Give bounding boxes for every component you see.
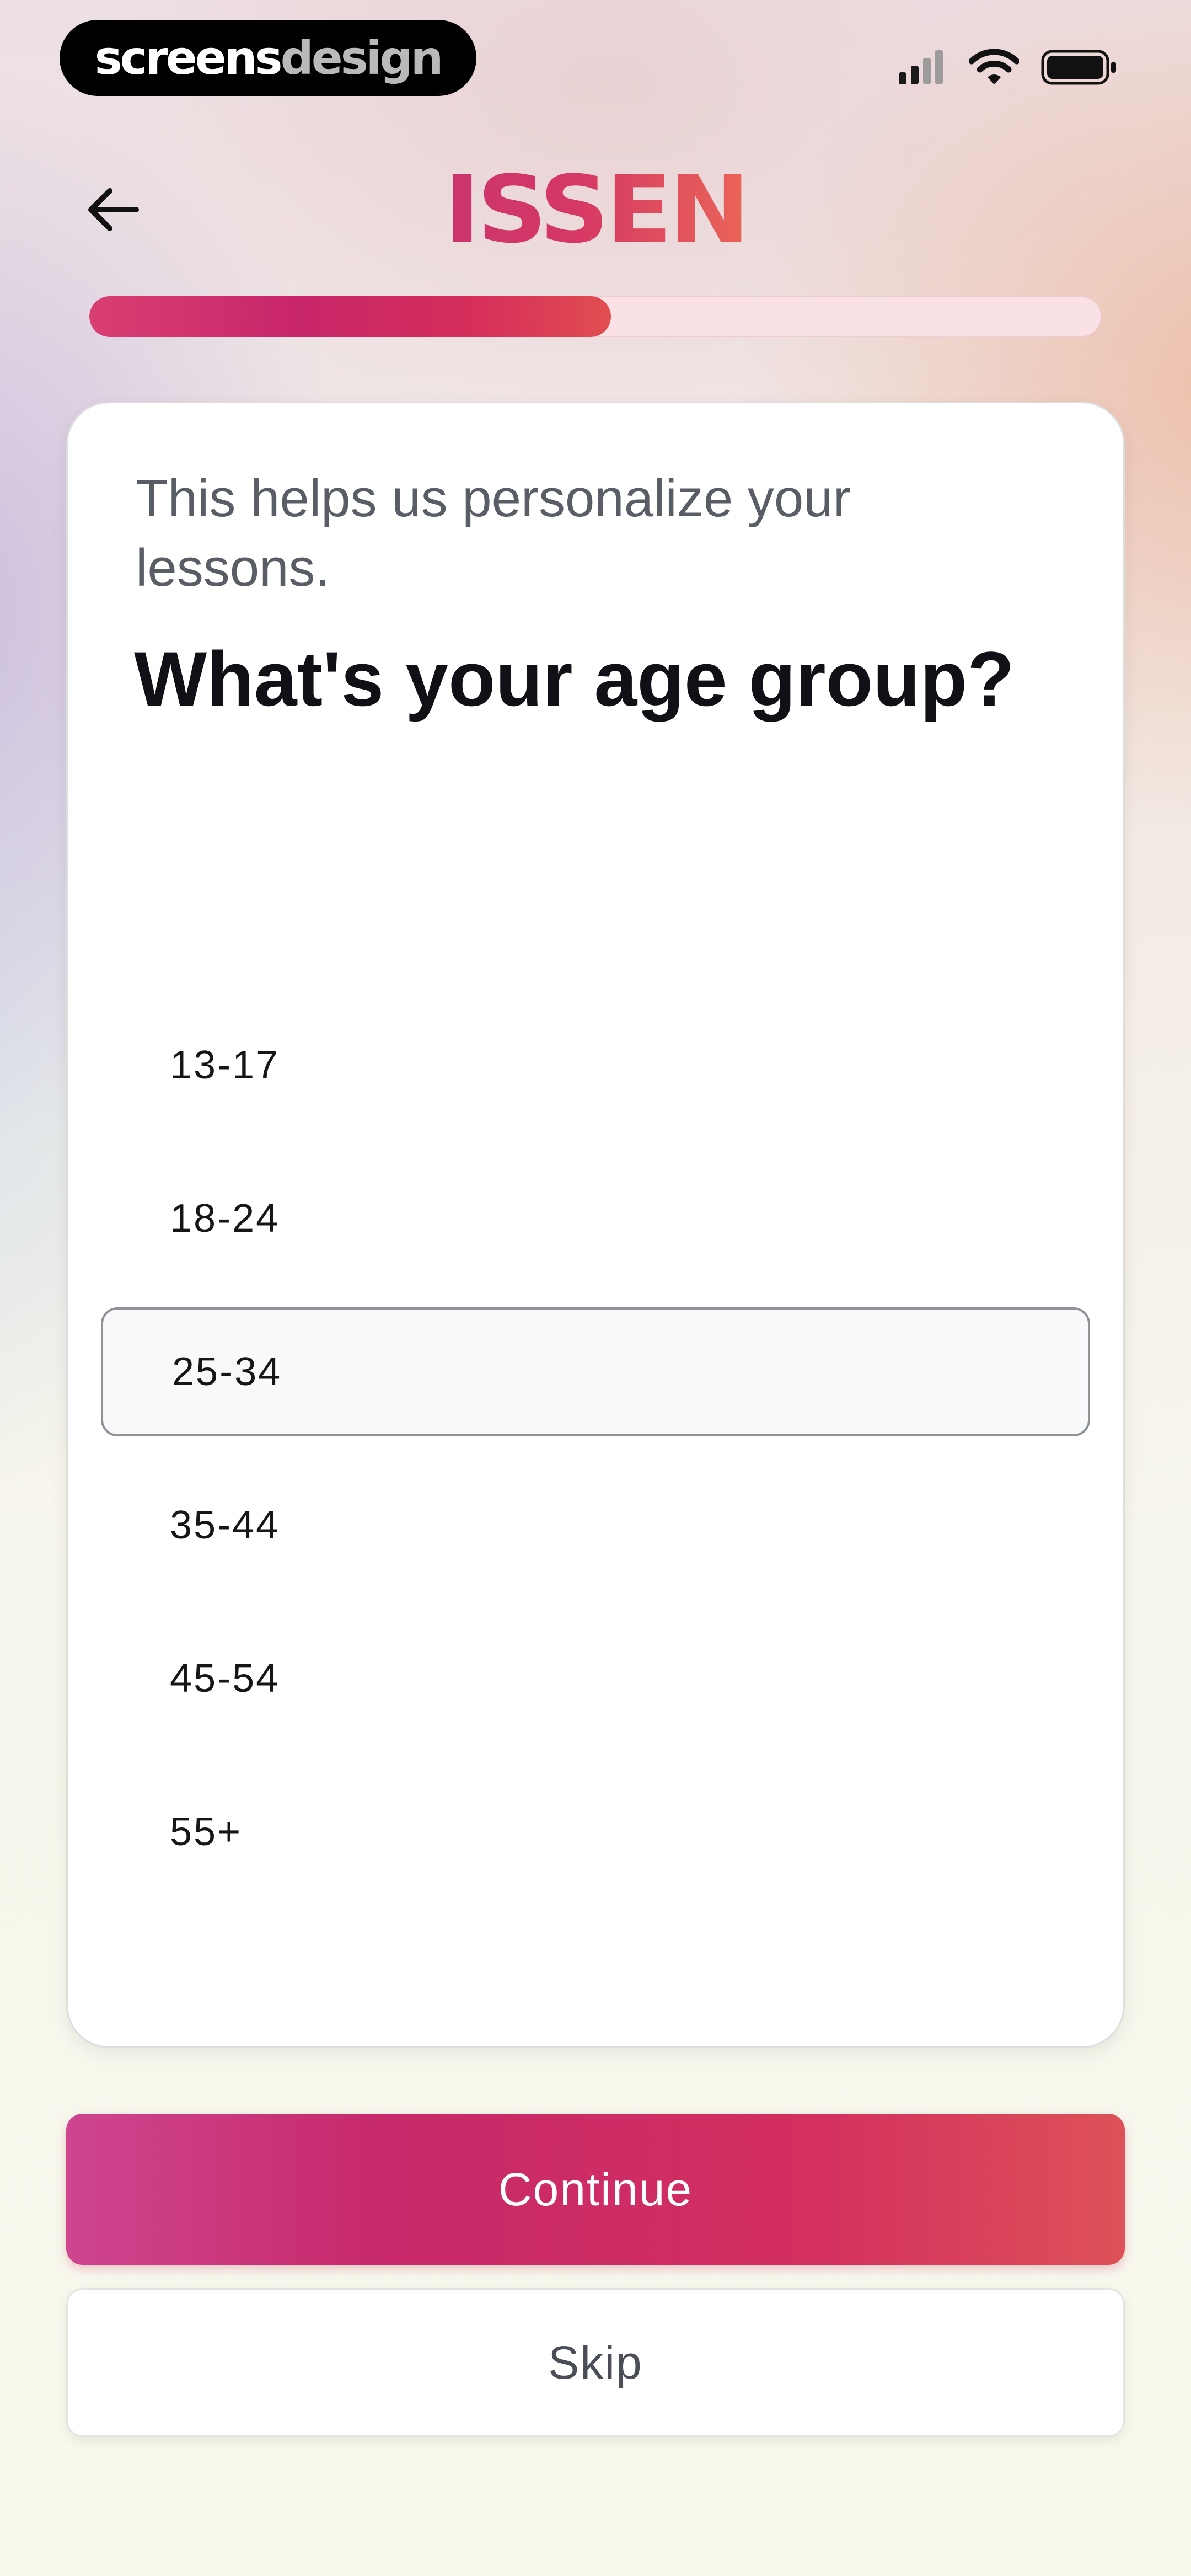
status-icons xyxy=(899,44,1118,90)
cellular-signal-icon xyxy=(899,50,947,84)
age-option-label: 25-34 xyxy=(172,1350,282,1394)
watermark-text-primary: screens xyxy=(94,31,283,85)
back-button[interactable] xyxy=(83,182,143,237)
age-option-6[interactable]: 55+ xyxy=(101,1767,1090,1896)
progress-bar xyxy=(89,296,1102,337)
age-option-2[interactable]: 18-24 xyxy=(101,1154,1090,1283)
question-card: This helps us personalize your lessons. … xyxy=(66,402,1125,2048)
age-option-label: 13-17 xyxy=(170,1043,280,1087)
age-option-label: 45-54 xyxy=(170,1656,280,1701)
watermark-text-secondary: design xyxy=(280,31,444,85)
continue-button[interactable]: Continue xyxy=(66,2114,1125,2265)
app-logo: ISSEN xyxy=(422,156,769,264)
age-option-label: 18-24 xyxy=(170,1196,280,1241)
question-subtitle: This helps us personalize your lessons. xyxy=(136,469,851,597)
battery-icon xyxy=(1041,50,1116,85)
arrow-left-icon xyxy=(88,188,139,231)
age-option-5[interactable]: 45-54 xyxy=(101,1614,1090,1743)
wifi-icon xyxy=(969,49,1019,84)
progress-bar-fill xyxy=(89,296,611,337)
age-option-4[interactable]: 35-44 xyxy=(101,1461,1090,1590)
age-option-1[interactable]: 13-17 xyxy=(101,1001,1090,1130)
screensdesign-watermark: screens design xyxy=(60,20,476,96)
age-option-label: 55+ xyxy=(170,1810,243,1854)
question-title: What's your age group? xyxy=(134,635,1015,722)
age-option-3[interactable]: 25-34 xyxy=(101,1307,1090,1436)
skip-button[interactable]: Skip xyxy=(66,2288,1125,2437)
age-option-label: 35-44 xyxy=(170,1503,280,1547)
